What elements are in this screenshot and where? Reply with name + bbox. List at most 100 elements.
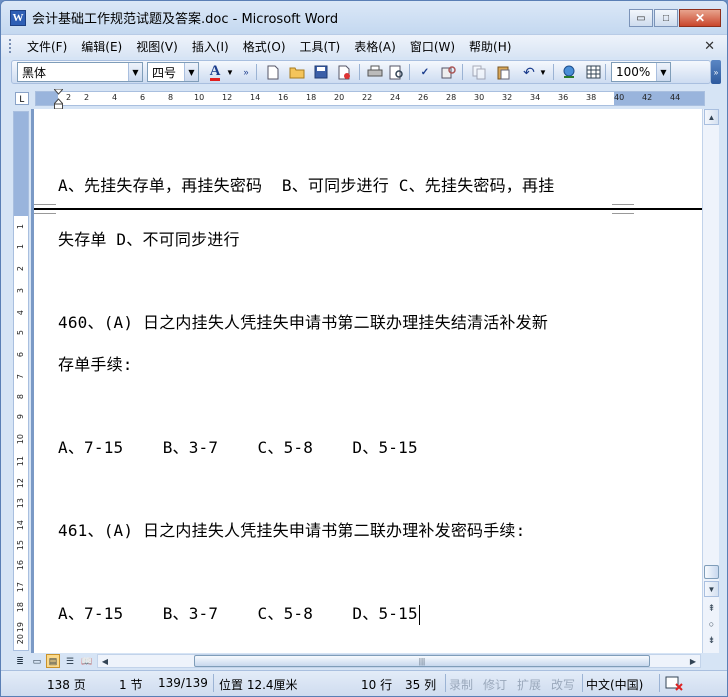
zoom-select[interactable]: 100% ▼ (611, 62, 671, 82)
undo-dropdown-icon[interactable]: ▼ (538, 63, 548, 81)
ruler-number: 8 (168, 93, 174, 102)
menu-insert[interactable]: 插入(I) (185, 36, 236, 57)
vertical-ruler-number: 8 (16, 394, 25, 400)
text-line[interactable]: 存单手续: (58, 351, 133, 375)
menu-grip[interactable] (8, 38, 12, 54)
copy-icon[interactable] (469, 63, 489, 81)
menu-table[interactable]: 表格(A) (347, 36, 403, 57)
minimize-button[interactable]: ▭ (629, 9, 653, 27)
vertical-ruler-number: 15 (16, 540, 25, 551)
ruler-number: 32 (502, 93, 513, 102)
vertical-ruler-number: 9 (16, 414, 25, 420)
word-window: W 会计基础工作规范试题及答案.doc - Microsoft Word ▭ □… (0, 0, 728, 697)
toolbar-options-icon[interactable]: » (711, 60, 721, 84)
table-icon[interactable] (583, 63, 603, 81)
word-app-icon[interactable]: W (10, 9, 26, 26)
vertical-ruler-number: 7 (16, 374, 25, 380)
horizontal-scroll-thumb[interactable]: ||| (194, 655, 650, 667)
chevron-down-icon[interactable]: ▼ (656, 63, 670, 81)
status-page-of: 139/139 (158, 676, 208, 690)
print-layout-icon[interactable]: ▤ (46, 654, 60, 668)
save-icon[interactable] (311, 63, 331, 81)
new-document-icon[interactable] (263, 63, 283, 81)
text-line[interactable]: 461、(A) 日之内挂失人凭挂失申请书第二联办理补发密码手续: (58, 517, 525, 541)
select-browse-object-icon[interactable]: ○ (704, 617, 719, 631)
menu-tools[interactable]: 工具(T) (293, 36, 348, 57)
paste-icon[interactable] (493, 63, 513, 81)
text-line[interactable]: A、7-15 B、3-7 C、5-8 D、5-15 (58, 604, 418, 623)
vertical-ruler[interactable]: 1 1 2 3 4 5 6 7 8 9 10 11 12 13 14 15 16… (13, 111, 29, 651)
zoom-value: 100% (616, 65, 651, 79)
previous-page-icon[interactable]: ⇞ (704, 601, 719, 615)
menu-view[interactable]: 视图(V) (129, 36, 185, 57)
text-line[interactable]: 失存单 D、不可同步进行 (58, 226, 240, 250)
vertical-ruler-number: 10 (16, 434, 25, 445)
ruler-number: 2 (66, 93, 72, 102)
ruler-number: 14 (250, 93, 261, 102)
font-name-select[interactable]: 黑体 ▼ (17, 62, 143, 82)
maximize-button[interactable]: □ (654, 9, 678, 27)
reading-layout-icon[interactable]: 📖 (80, 654, 94, 668)
menu-help[interactable]: 帮助(H) (462, 36, 518, 57)
ruler-number: 36 (558, 93, 569, 102)
toolbar-overflow-icon[interactable]: » (241, 63, 251, 81)
undo-icon[interactable]: ↶ (519, 63, 539, 81)
spelling-status-icon[interactable] (665, 675, 685, 694)
vertical-scrollbar[interactable]: ▲ ▼ ⇞ ○ ⇟ (702, 109, 719, 653)
menu-format[interactable]: 格式(O) (236, 36, 293, 57)
text-line[interactable]: A、7-15 B、3-7 C、5-8 D、5-15 (58, 434, 418, 458)
scroll-right-icon[interactable]: ▶ (686, 655, 700, 667)
outline-view-icon[interactable]: ☰ (63, 654, 77, 668)
font-size-select[interactable]: 四号 ▼ (147, 62, 199, 82)
close-button[interactable]: ✕ (679, 9, 721, 27)
spelling-icon[interactable]: ✓ (415, 63, 435, 81)
status-overtype[interactable]: 改写 (551, 676, 575, 693)
status-separator (659, 674, 660, 692)
hyperlink-icon[interactable] (559, 63, 579, 81)
text-line-with-caret[interactable]: A、7-15 B、3-7 C、5-8 D、5-15 (58, 600, 420, 625)
status-record[interactable]: 录制 (449, 676, 473, 693)
status-extend[interactable]: 扩展 (517, 676, 541, 693)
ruler-number: 34 (530, 93, 541, 102)
ruler-number: 4 (112, 93, 118, 102)
text-line[interactable]: A、先挂失存单，再挂失密码 B、可同步进行 C、先挂失密码，再挂 (58, 172, 554, 196)
ruler-number: 38 (586, 93, 597, 102)
document-close-icon[interactable]: ✕ (704, 38, 715, 54)
document-area[interactable]: A、先挂失存单，再挂失密码 B、可同步进行 C、先挂失密码，再挂 失存单 D、不… (31, 109, 702, 653)
vertical-ruler-number: 14 (16, 520, 25, 531)
indent-marker-icon[interactable] (52, 88, 65, 111)
status-language[interactable]: 中文(中国) (586, 676, 643, 693)
title-bar: W 会计基础工作规范试题及答案.doc - Microsoft Word ▭ □… (1, 1, 727, 34)
menu-file[interactable]: 文件(F) (20, 36, 74, 57)
scroll-left-icon[interactable]: ◀ (98, 655, 112, 667)
web-layout-icon[interactable]: ▭ (30, 654, 44, 668)
window-controls: ▭ □ ✕ (629, 9, 721, 27)
open-folder-icon[interactable] (287, 63, 307, 81)
scroll-down-icon[interactable]: ▼ (704, 581, 719, 597)
ruler-number: 24 (390, 93, 401, 102)
print-preview-icon[interactable] (387, 63, 407, 81)
horizontal-scrollbar[interactable]: ◀ ||| ▶ (97, 654, 701, 668)
scroll-up-icon[interactable]: ▲ (704, 109, 719, 125)
font-color-dropdown[interactable]: ▼ (225, 63, 235, 81)
document-page[interactable]: A、先挂失存单，再挂失密码 B、可同步进行 C、先挂失密码，再挂 失存单 D、不… (34, 109, 702, 653)
menu-edit[interactable]: 编辑(E) (74, 36, 129, 57)
chevron-down-icon[interactable]: ▼ (128, 63, 142, 81)
font-color-button[interactable]: A (205, 63, 225, 81)
research-icon[interactable] (439, 63, 459, 81)
normal-view-icon[interactable]: ≣ (13, 654, 27, 668)
permission-icon[interactable] (335, 63, 355, 81)
next-page-icon[interactable]: ⇟ (704, 633, 719, 647)
chevron-down-icon[interactable]: ▼ (184, 63, 198, 81)
vertical-ruler-number: 11 (16, 456, 25, 467)
tab-selector[interactable]: L (15, 92, 29, 105)
vertical-scroll-thumb[interactable] (704, 565, 719, 579)
horizontal-ruler[interactable]: 2 2 4 6 8 10 12 14 16 18 20 22 24 26 28 … (35, 88, 705, 110)
menu-window[interactable]: 窗口(W) (403, 36, 462, 57)
print-icon[interactable] (365, 63, 385, 81)
status-separator (582, 674, 583, 692)
status-bar: 138 页 1 节 139/139 位置 12.4厘米 10 行 35 列 录制… (1, 670, 727, 696)
text-line[interactable]: 460、(A) 日之内挂失人凭挂失申请书第二联办理挂失结清活补发新 (58, 309, 548, 333)
horizontal-ruler-row: L 2 2 4 6 8 10 12 14 16 18 20 22 24 26 2… (1, 88, 727, 110)
status-track-changes[interactable]: 修订 (483, 676, 507, 693)
